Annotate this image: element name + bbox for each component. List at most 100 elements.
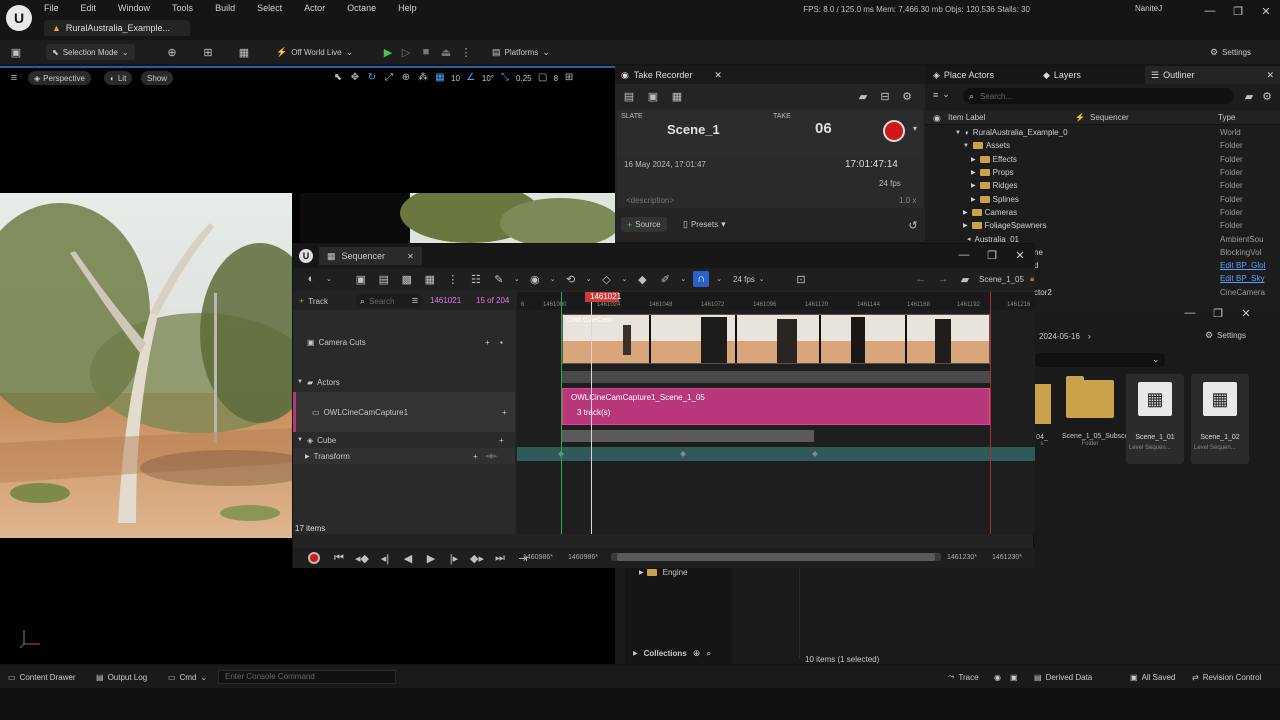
presets-button[interactable]: ▯ Presets ▾ (683, 217, 726, 232)
list-item[interactable]: ▼ ◐ RuralAustralia_Example_0 World (925, 126, 1280, 139)
plus-icon[interactable]: + (499, 436, 504, 445)
sequence-name[interactable]: Scene_1_05 (979, 275, 1024, 284)
add-actor-icon[interactable]: ⊕ (164, 44, 180, 60)
snap-icon[interactable]: ∩ (693, 271, 710, 287)
review-menu-icon[interactable]: ▦ (669, 88, 685, 104)
save-icon[interactable]: ▣ (353, 271, 369, 287)
collections-header[interactable]: ▶ Collections ⊕ ⌕ (633, 648, 711, 659)
record-button[interactable] (308, 552, 320, 564)
move-icon[interactable]: ✥ (349, 72, 361, 84)
menu-octane[interactable]: Octane (347, 3, 376, 13)
lock-icon[interactable]: 🔒︎ (1030, 274, 1034, 284)
folder-icon[interactable]: ▰ (855, 88, 871, 104)
outliner-row-type[interactable]: Edit BP_Glol (1220, 261, 1265, 270)
tab-layers[interactable]: ◆ Layers (1037, 66, 1087, 84)
take-rate[interactable]: 1.0 x (899, 196, 916, 205)
slate-value[interactable]: Scene_1 (667, 122, 720, 137)
menu-edit[interactable]: Edit (81, 3, 97, 13)
menu-window[interactable]: Window (118, 3, 150, 13)
eject-icon[interactable]: ⏏ (438, 44, 454, 60)
view-icon[interactable]: ◉ (527, 271, 543, 287)
scale-value[interactable]: 0.25 (516, 74, 532, 83)
view-range-end[interactable]: 1461230* (992, 554, 1022, 561)
keyframe[interactable] (812, 451, 818, 457)
tab-place-actors[interactable]: ◈ Place Actors (927, 66, 1000, 84)
add-collection-icon[interactable]: ⊕ (693, 648, 701, 659)
col-item-label[interactable]: Item Label (948, 113, 985, 122)
filter-button[interactable]: ≡ ⌄ (933, 89, 950, 100)
prev-key-icon[interactable]: ◂◆ (354, 550, 370, 566)
world-space-icon[interactable]: ⊕ (400, 72, 412, 84)
world-selector[interactable]: ⚡ Off World Live ⌄ (276, 44, 353, 60)
track-transform[interactable]: ▶ Transform + ◂◆▸ (293, 448, 515, 464)
grid-snap-icon[interactable]: ▦ (434, 72, 446, 84)
cinematics-icon[interactable]: ▦ (236, 44, 252, 60)
snapshot-button[interactable]: ▣ (1004, 666, 1024, 688)
project-tab[interactable]: ▲ RuralAustralia_Example... (44, 20, 190, 36)
scrollbar-thumb[interactable] (617, 553, 935, 561)
timeline-area[interactable]: 6 1461000 1461024 1461048 1461072 146109… (517, 292, 1035, 534)
tree-item-engine[interactable]: ▶ Engine (639, 568, 688, 577)
tune-icon[interactable]: ☷ (468, 271, 484, 287)
curve-editor-icon[interactable]: ⊡ (793, 271, 809, 287)
working-range-end[interactable]: 1461230* (947, 554, 977, 561)
close-tab-icon[interactable]: ✕ (714, 70, 722, 81)
playhead-line[interactable] (591, 302, 592, 534)
take-recorder-tab[interactable]: ◉ Take Recorder ✕ (615, 66, 925, 84)
derived-data-button[interactable]: ▤ Derived Data (1028, 666, 1098, 688)
unreal-logo-icon[interactable]: U (6, 5, 32, 31)
asset-tile[interactable]: ▦ Scene_1_01 Level Sequen... (1126, 374, 1184, 464)
working-range-start[interactable]: 1460986* (568, 554, 598, 561)
camera-icon[interactable]: ▪ (500, 338, 503, 347)
more-icon[interactable]: ⋮ (458, 44, 474, 60)
chevron-down-icon[interactable]: ▾ (913, 124, 917, 133)
fps-selector[interactable]: 24 fps ⌄ (733, 272, 765, 286)
curve-icon[interactable]: ✐ (657, 271, 673, 287)
console-input[interactable]: Enter Console Command (218, 670, 396, 684)
rotate-icon[interactable]: ↻ (366, 72, 378, 84)
take-fps[interactable]: 24 fps (879, 179, 901, 188)
camera-speed-icon[interactable]: ▢ (537, 72, 549, 84)
play-icon[interactable]: ▶ (380, 44, 396, 60)
stop-icon[interactable]: ■ (418, 44, 434, 60)
maximize-icon[interactable]: ❐ (977, 246, 1007, 264)
list-item[interactable]: ▶ Splines Folder (925, 192, 1280, 205)
content-drawer-button[interactable]: ▭ Content Drawer (2, 666, 82, 688)
eye-icon[interactable]: ◉ (933, 113, 941, 124)
gear-icon[interactable]: ⚙ (1259, 88, 1275, 104)
menu-build[interactable]: Build (215, 3, 235, 13)
asset-tile[interactable]: 04_ s (1033, 374, 1051, 464)
gear-icon[interactable]: ⚙ (899, 88, 915, 104)
list-item[interactable]: ▶ Ridges Folder (925, 179, 1280, 192)
output-log-button[interactable]: ▤ Output Log (90, 666, 153, 688)
select-icon[interactable]: ⬉ (332, 72, 344, 84)
list-item[interactable]: ▶ Effects Folder (925, 153, 1280, 166)
list-item[interactable]: ▶ FoliageSpawners Folder (925, 219, 1280, 232)
record-button[interactable] (883, 120, 905, 142)
review-icon[interactable]: ▣ (645, 88, 661, 104)
show-button[interactable]: Show (141, 71, 174, 85)
next-key-icon[interactable]: ◆▸ (469, 550, 485, 566)
hamburger-icon[interactable]: ≡ (6, 70, 22, 86)
jump-start-icon[interactable]: ⏮ (331, 550, 347, 566)
save-icon[interactable]: ▣ (8, 44, 24, 60)
jump-end-icon[interactable]: ⏭ (492, 550, 508, 566)
plus-icon[interactable]: + (502, 408, 507, 417)
close-icon[interactable]: ✕ (1005, 246, 1035, 264)
new-take-icon[interactable]: ▤ (621, 88, 637, 104)
key-icon[interactable]: ◇ (599, 271, 615, 287)
revert-icon[interactable]: ↺ (905, 217, 921, 233)
track-actors-folder[interactable]: ▼ ▰ Actors (293, 372, 515, 392)
grid-value[interactable]: 10 (451, 74, 460, 83)
search-icon[interactable]: ⌕ (706, 648, 711, 659)
take-value[interactable]: 06 (815, 120, 832, 137)
cmd-button[interactable]: ▭ Cmd ⌄ (162, 666, 213, 688)
sequencer-tab[interactable]: ▦ Sequencer ✕ (319, 247, 422, 265)
playback-icon[interactable]: ⟲ (563, 271, 579, 287)
trace-button[interactable]: ⤳ Trace (942, 666, 985, 688)
key-nav-icon[interactable]: ◂◆▸ (485, 452, 497, 460)
transform-section[interactable] (517, 447, 1035, 461)
col-type[interactable]: Type (1218, 113, 1235, 122)
all-saved-button[interactable]: ▣ All Saved (1124, 666, 1181, 688)
col-sequencer[interactable]: Sequencer (1090, 113, 1129, 122)
